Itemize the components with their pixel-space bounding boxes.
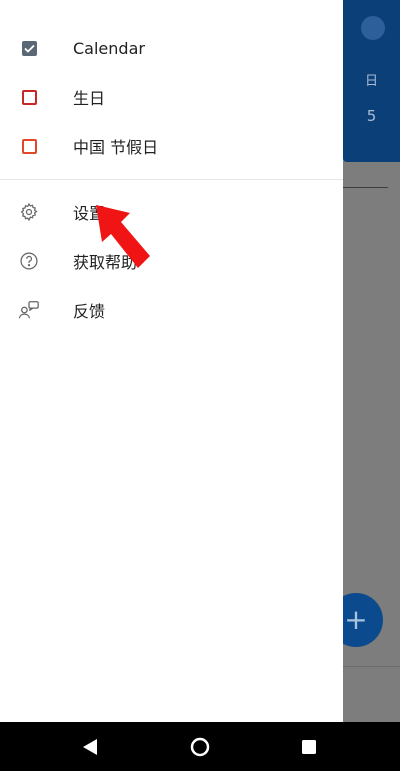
calendar-item-china-holidays[interactable]: 中国 节假日	[0, 122, 343, 170]
system-navigation-bar	[0, 722, 400, 771]
calendar-item-calendar[interactable]: Calendar	[0, 24, 343, 72]
background-avatar	[361, 16, 385, 40]
home-circle-icon	[190, 737, 210, 756]
background-divider	[343, 187, 388, 188]
menu-item-help[interactable]: 获取帮助	[0, 237, 343, 285]
recents-button[interactable]	[279, 722, 339, 771]
help-circle-icon	[18, 250, 40, 272]
drawer-divider	[0, 179, 343, 180]
menu-item-label: 反馈	[73, 302, 106, 321]
checkbox-unchecked-icon[interactable]	[18, 86, 40, 108]
calendar-item-birthdays[interactable]: 生日	[0, 73, 343, 121]
checkbox-checked-icon[interactable]	[18, 37, 40, 59]
navigation-drawer: Calendar 生日 中国 节假日 设置 获取帮助 反馈	[0, 0, 343, 722]
menu-item-feedback[interactable]: 反馈	[0, 286, 343, 334]
calendar-item-label: 中国 节假日	[73, 138, 159, 157]
back-button[interactable]	[60, 722, 120, 771]
calendar-item-label: Calendar	[73, 38, 145, 58]
home-button[interactable]	[170, 722, 230, 771]
checkbox-unchecked-icon[interactable]	[18, 135, 40, 157]
back-triangle-icon	[83, 738, 97, 755]
feedback-icon	[18, 299, 40, 321]
calendar-item-label: 生日	[73, 89, 106, 108]
background-day-number: 5	[366, 107, 377, 125]
gear-icon	[18, 201, 40, 223]
background-divider-bottom	[343, 666, 400, 667]
recents-square-icon	[302, 739, 316, 754]
menu-item-settings[interactable]: 设置	[0, 188, 343, 236]
red-arrow-pointer	[96, 205, 150, 268]
background-day-label: 日	[364, 74, 378, 89]
